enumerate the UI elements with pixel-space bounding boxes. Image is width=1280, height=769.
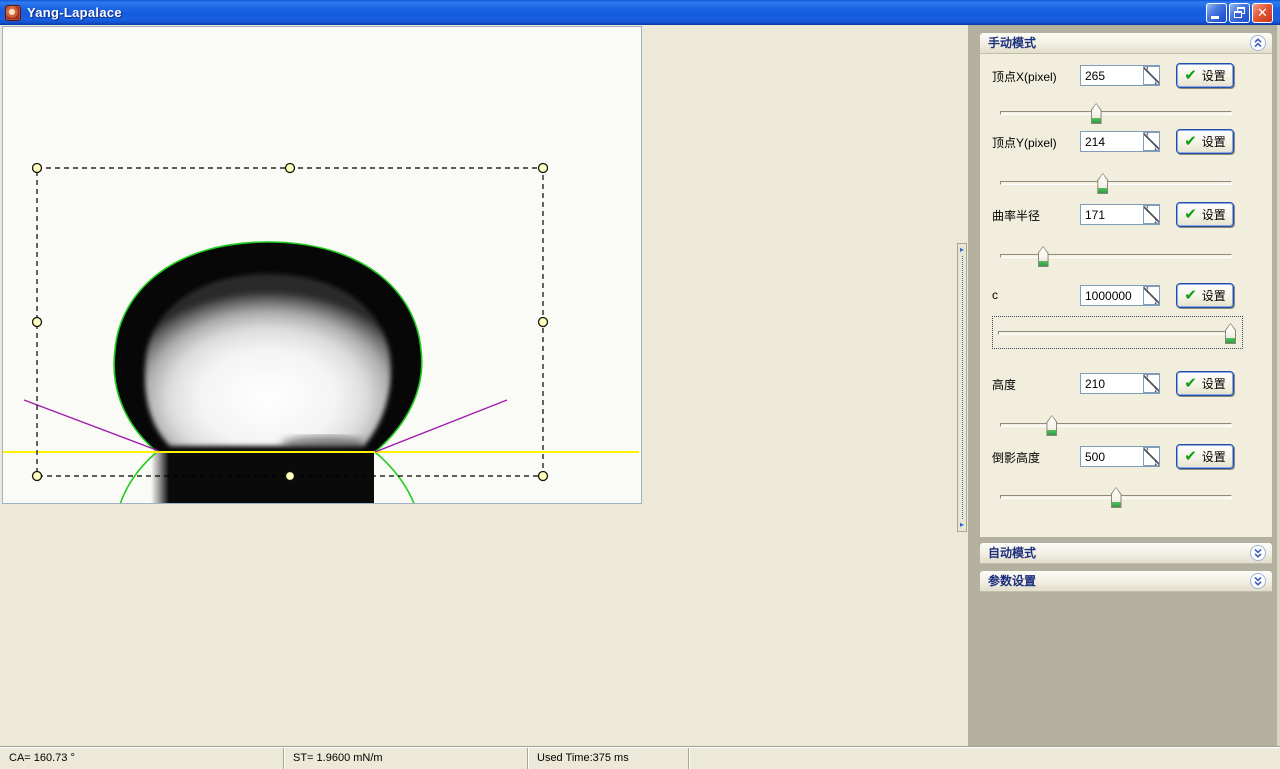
c-set-button[interactable]: ✔设置 (1176, 283, 1234, 308)
selection-handle[interactable] (286, 472, 295, 481)
window-title: Yang-Lapalace (27, 5, 122, 20)
drop-image-view (2, 26, 642, 504)
app-icon (5, 5, 21, 21)
control-panel: 手动模式 顶点X(pixel) ↑↓ ✔设置 顶点Y(pixel) ↑↓ ✔设置… (968, 25, 1280, 747)
slider-thumb[interactable] (1046, 415, 1057, 436)
apex-x-set-button[interactable]: ✔设置 (1176, 63, 1234, 88)
statusbar-empty-pane (689, 748, 1280, 769)
selection-handle[interactable] (539, 472, 548, 481)
height-label: 高度 (992, 376, 1016, 393)
spin-down-icon[interactable]: ↓ (1154, 142, 1159, 152)
check-icon: ✔ (1184, 68, 1197, 83)
spin-down-icon[interactable]: ↓ (1154, 384, 1159, 394)
check-icon: ✔ (1184, 288, 1197, 303)
reflection-height-slider[interactable] (1000, 487, 1232, 508)
spin-down-icon[interactable]: ↓ (1154, 457, 1159, 467)
spin-up-icon[interactable]: ↑ (1145, 372, 1150, 382)
spin-down-icon[interactable]: ↓ (1154, 76, 1159, 86)
used-time-readout: Used Time:375 ms (528, 748, 689, 769)
check-icon: ✔ (1184, 134, 1197, 149)
droplet-interior-highlight (145, 274, 391, 446)
titlebar: Yang-Lapalace ✕ (0, 0, 1280, 25)
surface-tension-readout: ST= 1.9600 mN/m (284, 748, 528, 769)
slider-thumb[interactable] (1097, 173, 1108, 194)
group-header-auto-mode[interactable]: 自动模式 (980, 543, 1272, 564)
c-spinner[interactable]: ↑↓ (1143, 286, 1160, 305)
height-set-button[interactable]: ✔设置 (1176, 371, 1234, 396)
group-parameter-settings: 参数设置 (980, 571, 1272, 592)
group-header-manual-mode[interactable]: 手动模式 (980, 33, 1272, 54)
apex-x-spinner[interactable]: ↑↓ (1143, 66, 1160, 85)
group-manual-mode: 手动模式 顶点X(pixel) ↑↓ ✔设置 顶点Y(pixel) ↑↓ ✔设置… (980, 33, 1272, 537)
reflection-height-label: 倒影高度 (992, 449, 1040, 466)
c-label: c (992, 288, 998, 302)
slider-thumb[interactable] (1038, 246, 1049, 267)
spin-down-icon[interactable]: ↓ (1154, 215, 1159, 225)
restore-button[interactable] (1229, 3, 1250, 23)
spin-up-icon[interactable]: ↑ (1145, 203, 1150, 213)
close-button[interactable]: ✕ (1252, 3, 1273, 23)
workspace: ▸ ▸ (0, 25, 968, 747)
pedestal-left-blur (151, 452, 169, 503)
selection-handle[interactable] (539, 318, 548, 327)
spin-up-icon[interactable]: ↑ (1145, 130, 1150, 140)
curvature-radius-set-button[interactable]: ✔设置 (1176, 202, 1234, 227)
minimize-button[interactable] (1206, 3, 1227, 23)
apex-y-set-button[interactable]: ✔设置 (1176, 129, 1234, 154)
splitter-arrow-icon: ▸ (960, 246, 964, 254)
chevron-up-icon[interactable] (1250, 35, 1266, 51)
apex-y-spinner[interactable]: ↑↓ (1143, 132, 1160, 151)
slider-thumb[interactable] (1091, 103, 1102, 124)
drop-annotation-canvas (3, 27, 641, 503)
group-title: 手动模式 (988, 36, 1036, 50)
selection-handle[interactable] (33, 472, 42, 481)
group-header-parameter-settings[interactable]: 参数设置 (980, 571, 1272, 592)
chevron-down-icon[interactable] (1250, 573, 1266, 589)
apex-x-label: 顶点X(pixel) (992, 68, 1057, 85)
reflection-height-spinner[interactable]: ↑↓ (1143, 447, 1160, 466)
apex-y-label: 顶点Y(pixel) (992, 134, 1057, 151)
close-icon: ✕ (1253, 5, 1272, 21)
splitter-dots (962, 256, 963, 519)
spin-down-icon[interactable]: ↓ (1154, 296, 1159, 306)
apex-y-slider[interactable] (1000, 173, 1232, 194)
statusbar: CA= 160.73 ° ST= 1.9600 mN/m Used Time:3… (0, 747, 1280, 769)
selection-handle[interactable] (539, 164, 548, 173)
droplet-bottom-shadow (281, 436, 365, 452)
c-slider[interactable] (998, 323, 1236, 344)
spin-up-icon[interactable]: ↑ (1145, 64, 1150, 74)
spin-up-icon[interactable]: ↑ (1145, 284, 1150, 294)
pane-splitter[interactable]: ▸ ▸ (957, 243, 967, 532)
apex-x-slider[interactable] (1000, 103, 1232, 124)
chevron-down-icon[interactable] (1250, 545, 1266, 561)
curvature-radius-spinner[interactable]: ↑↓ (1143, 205, 1160, 224)
check-icon: ✔ (1184, 376, 1197, 391)
slider-thumb[interactable] (1225, 323, 1236, 344)
spin-up-icon[interactable]: ↑ (1145, 445, 1150, 455)
reflection-height-set-button[interactable]: ✔设置 (1176, 444, 1234, 469)
group-body-manual-mode: 顶点X(pixel) ↑↓ ✔设置 顶点Y(pixel) ↑↓ ✔设置 曲率半径… (980, 54, 1272, 537)
selection-handle[interactable] (286, 164, 295, 173)
group-auto-mode: 自动模式 (980, 543, 1272, 564)
selection-handle[interactable] (33, 318, 42, 327)
curvature-radius-label: 曲率半径 (992, 207, 1040, 224)
group-title: 参数设置 (988, 574, 1036, 588)
check-icon: ✔ (1184, 449, 1197, 464)
minimize-icon (1211, 16, 1219, 19)
substrate-pedestal (165, 452, 374, 503)
splitter-arrow-icon: ▸ (960, 521, 964, 529)
height-spinner[interactable]: ↑↓ (1143, 374, 1160, 393)
height-slider[interactable] (1000, 415, 1232, 436)
selection-handle[interactable] (33, 164, 42, 173)
slider-thumb[interactable] (1111, 487, 1122, 508)
curvature-radius-slider[interactable] (1000, 246, 1232, 267)
group-title: 自动模式 (988, 546, 1036, 560)
check-icon: ✔ (1184, 207, 1197, 222)
contact-angle-readout: CA= 160.73 ° (0, 748, 284, 769)
